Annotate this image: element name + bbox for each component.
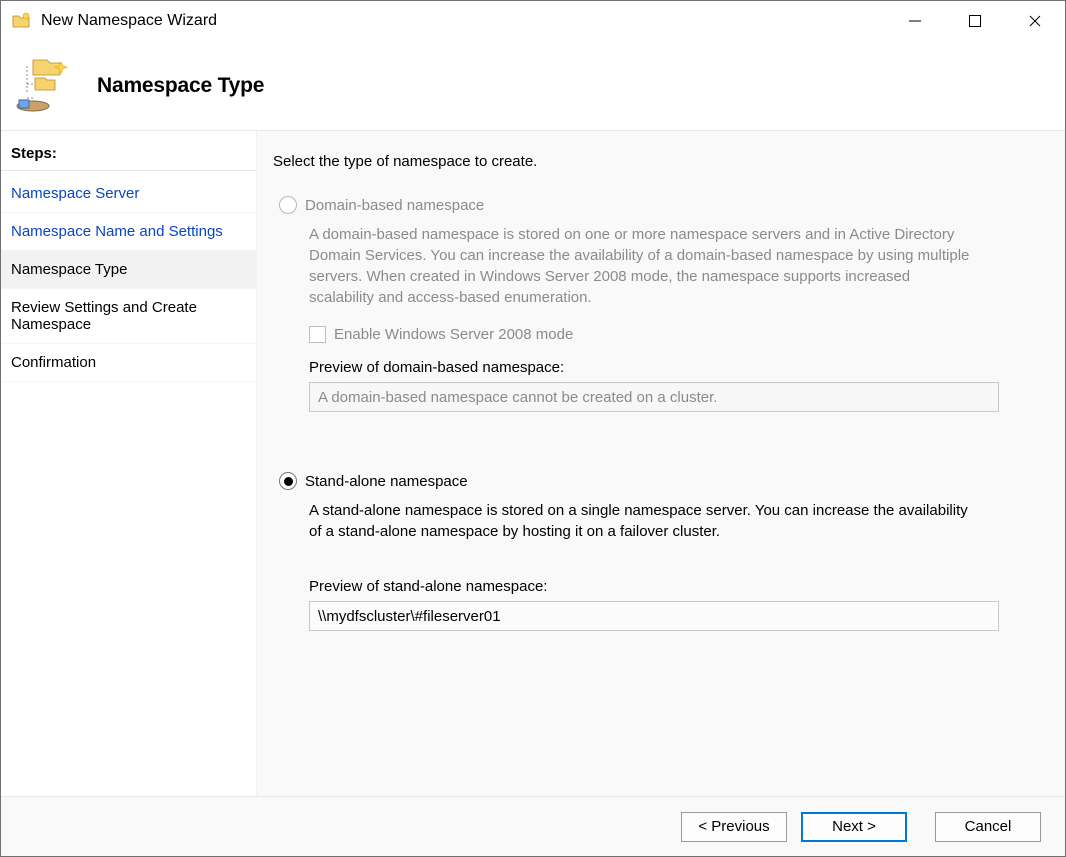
step-review-create: Review Settings and Create Namespace — [1, 289, 256, 344]
domain-preview-box: A domain-based namespace cannot be creat… — [309, 382, 999, 412]
ws2008-checkbox — [309, 326, 326, 343]
ws2008-checkbox-label: Enable Windows Server 2008 mode — [334, 326, 573, 343]
domain-radio — [279, 196, 297, 214]
step-namespace-server[interactable]: Namespace Server — [1, 175, 256, 213]
domain-option-block: Domain-based namespace A domain-based na… — [279, 196, 1037, 412]
step-namespace-name-settings[interactable]: Namespace Name and Settings — [1, 213, 256, 251]
content-pane: Select the type of namespace to create. … — [257, 131, 1065, 796]
standalone-description: A stand-alone namespace is stored on a s… — [309, 500, 977, 542]
header-band: Namespace Type — [1, 41, 1065, 131]
steps-label: Steps: — [1, 139, 256, 171]
page-heading: Namespace Type — [97, 74, 264, 98]
ws2008-checkbox-row: Enable Windows Server 2008 mode — [309, 326, 1037, 343]
minimize-button[interactable] — [885, 1, 945, 41]
standalone-radio-row[interactable]: Stand-alone namespace — [279, 472, 1037, 490]
standalone-preview-label: Preview of stand-alone namespace: — [309, 578, 1037, 595]
domain-radio-row: Domain-based namespace — [279, 196, 1037, 214]
domain-preview-label: Preview of domain-based namespace: — [309, 359, 1037, 376]
window-controls — [885, 1, 1065, 41]
domain-description: A domain-based namespace is stored on on… — [309, 224, 977, 308]
next-button[interactable]: Next > — [801, 812, 907, 842]
step-confirmation: Confirmation — [1, 344, 256, 382]
titlebar: New Namespace Wizard — [1, 1, 1065, 41]
instruction-text: Select the type of namespace to create. — [273, 153, 1037, 170]
previous-button[interactable]: < Previous — [681, 812, 787, 842]
window-title: New Namespace Wizard — [41, 12, 885, 30]
close-button[interactable] — [1005, 1, 1065, 41]
wizard-window: New Namespace Wizard — [0, 0, 1066, 857]
steps-sidebar: Steps: Namespace Server Namespace Name a… — [1, 131, 257, 796]
step-namespace-type[interactable]: Namespace Type — [1, 251, 256, 289]
wizard-logo-icon — [13, 54, 77, 118]
cancel-button[interactable]: Cancel — [935, 812, 1041, 842]
standalone-radio-label: Stand-alone namespace — [305, 473, 468, 490]
standalone-radio[interactable] — [279, 472, 297, 490]
wizard-body: Steps: Namespace Server Namespace Name a… — [1, 131, 1065, 796]
domain-radio-label: Domain-based namespace — [305, 197, 484, 214]
maximize-button[interactable] — [945, 1, 1005, 41]
app-icon — [11, 11, 31, 31]
wizard-footer: < Previous Next > Cancel — [1, 796, 1065, 856]
standalone-preview-box: \\mydfscluster\#fileserver01 — [309, 601, 999, 631]
standalone-option-block: Stand-alone namespace A stand-alone name… — [279, 472, 1037, 631]
